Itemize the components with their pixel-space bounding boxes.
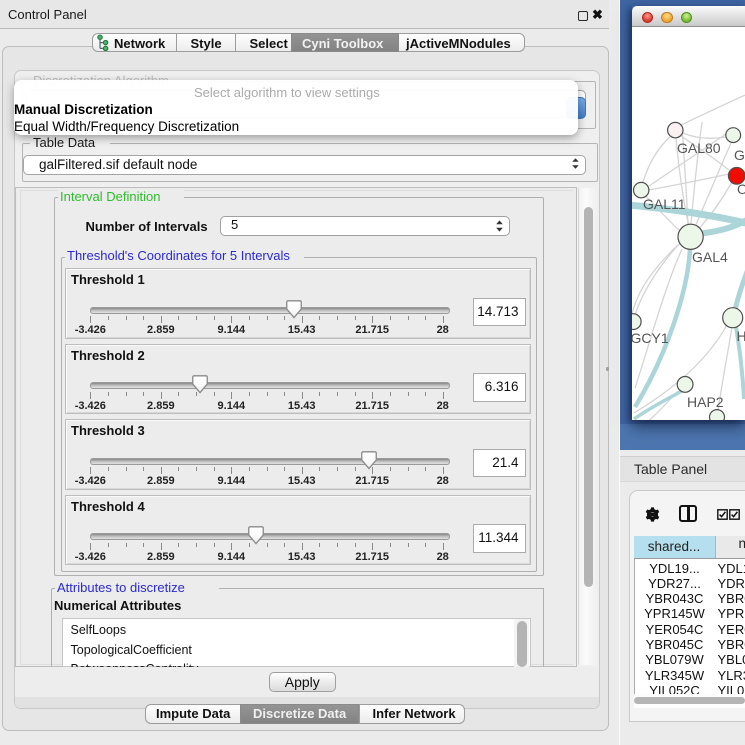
svg-text:GAL80: GAL80: [677, 140, 721, 156]
svg-text:GAL4: GAL4: [692, 249, 728, 265]
svg-text:HAP2: HAP2: [687, 394, 724, 410]
svg-text:GCY1: GCY1: [632, 330, 669, 346]
svg-text:H: H: [737, 328, 745, 344]
svg-text:GAL11: GAL11: [643, 196, 686, 212]
svg-text:GA: GA: [734, 147, 745, 163]
svg-text:O: O: [737, 181, 745, 197]
